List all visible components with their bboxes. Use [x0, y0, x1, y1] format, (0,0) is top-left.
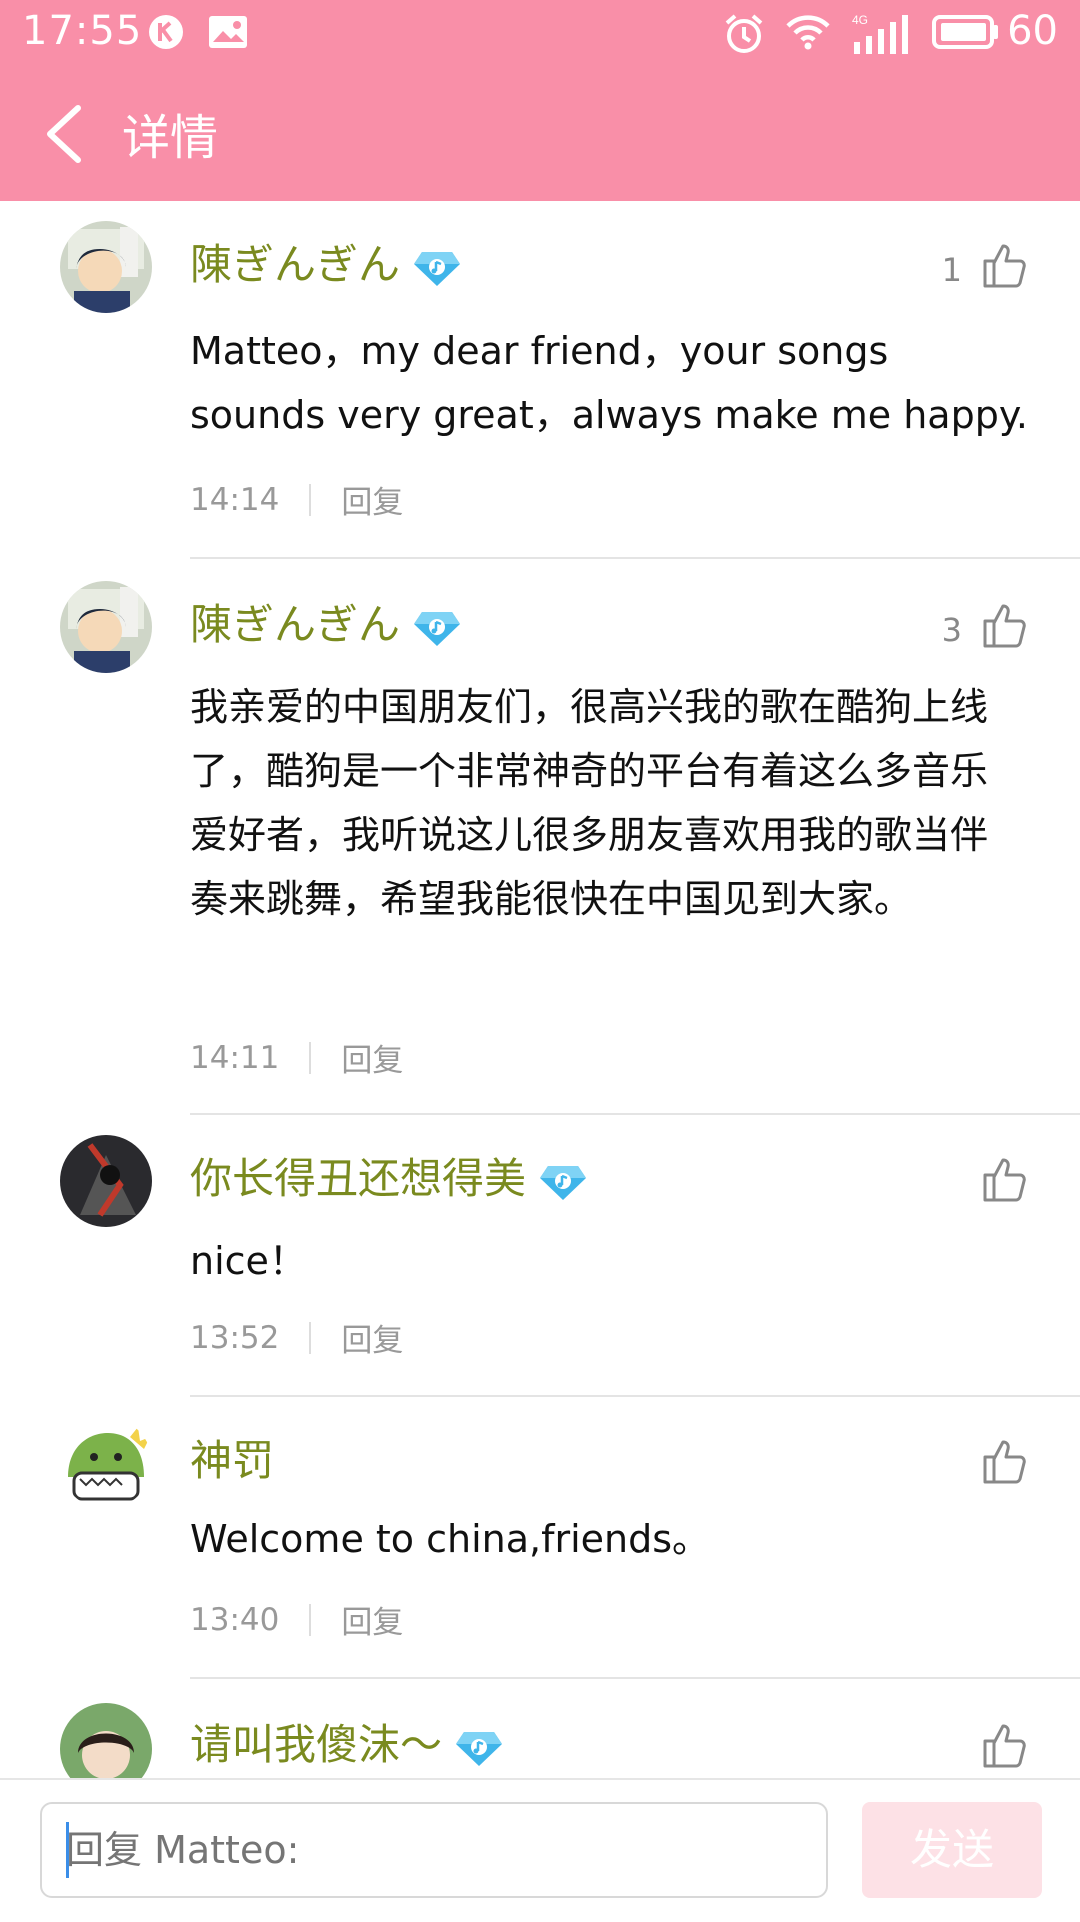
page-title: 详情 [122, 110, 219, 166]
vip-diamond-icon [414, 251, 461, 286]
comment-meta: 13:40 回复 [190, 1597, 403, 1642]
alarm-icon [725, 14, 763, 53]
like-count: 3 [941, 611, 962, 649]
comment-text: Matteo，my dear friend，your songs sounds … [190, 329, 1028, 437]
comment-time: 13:40 [190, 1601, 280, 1638]
app-bar: 详情 [0, 66, 1080, 201]
reply-button[interactable]: 回复 [341, 1315, 403, 1360]
comment-time: 14:11 [190, 1039, 280, 1076]
comment-time: 14:14 [190, 481, 280, 518]
comment-text: 我亲爱的中国朋友们，很高兴我的歌在酷狗上线了，酷狗是一个非常神奇的平台有着这么多… [190, 685, 989, 921]
status-bar: 17:55 4G 60 [0, 0, 1080, 66]
username-text: 神罚 [190, 1436, 275, 1485]
comment-meta: 14:11 回复 [190, 1035, 403, 1080]
divider [190, 557, 1080, 559]
like-button[interactable] [962, 1437, 1028, 1485]
status-time: 17:55 [22, 8, 143, 54]
text-cursor [66, 1822, 69, 1878]
thumbs-up-icon [983, 244, 1026, 288]
username-text: 陳ぎんぎん [190, 240, 401, 289]
comment-text: Welcome to china,friends。 [190, 1517, 711, 1561]
username[interactable]: 你长得丑还想得美 [190, 1145, 588, 1206]
like-button[interactable]: 3 [942, 601, 1028, 649]
separator [309, 483, 312, 516]
thumbs-up-icon [983, 604, 1026, 648]
like-button[interactable] [982, 1721, 1028, 1769]
4g-signal-icon: 4G [852, 13, 908, 54]
battery-level: 60 [1007, 8, 1058, 54]
reply-input[interactable] [40, 1802, 828, 1898]
like-count: 1 [941, 251, 962, 289]
comment-time: 13:52 [190, 1319, 280, 1356]
vip-diamond-icon [456, 1731, 503, 1766]
like-button[interactable] [962, 1155, 1028, 1203]
send-button[interactable]: 发送 [862, 1802, 1042, 1898]
reply-button[interactable]: 回复 [341, 477, 403, 522]
separator [309, 1321, 312, 1354]
wifi-icon [786, 15, 830, 50]
thumbs-up-icon [983, 1724, 1026, 1768]
k-app-icon [149, 15, 183, 49]
divider [190, 1113, 1080, 1115]
username-text: 陳ぎんぎん [190, 600, 401, 649]
vip-diamond-icon [414, 611, 461, 646]
vip-diamond-icon [540, 1165, 587, 1200]
avatar[interactable] [60, 1135, 152, 1227]
username[interactable]: 陳ぎんぎん [190, 231, 462, 292]
separator [309, 1603, 312, 1636]
separator [309, 1041, 312, 1074]
username-text: 你长得丑还想得美 [190, 1154, 527, 1203]
comment-text: nice！ [190, 1239, 307, 1283]
avatar[interactable] [60, 221, 152, 313]
reply-button[interactable]: 回复 [341, 1035, 403, 1080]
username[interactable]: 陳ぎんぎん [190, 591, 462, 652]
back-arrow-icon[interactable] [40, 102, 96, 166]
avatar[interactable] [60, 1417, 152, 1509]
username[interactable]: 请叫我傻沫〜 [190, 1711, 504, 1772]
divider [190, 1677, 1080, 1679]
comment-meta: 14:14 回复 [190, 477, 403, 522]
svg-text:4G: 4G [852, 13, 868, 27]
divider [190, 1395, 1080, 1397]
comment-list[interactable]: 陳ぎんぎん 1 Matteo，my dear friend，your songs… [0, 201, 1080, 1778]
image-icon [209, 16, 247, 48]
like-button[interactable]: 1 [942, 241, 1028, 289]
battery-icon [932, 15, 998, 49]
reply-button[interactable]: 回复 [341, 1597, 403, 1642]
thumbs-up-icon [983, 1440, 1026, 1484]
avatar[interactable] [60, 1703, 152, 1778]
username[interactable]: 神罚 [190, 1427, 274, 1488]
avatar[interactable] [60, 581, 152, 673]
comment-meta: 13:52 回复 [190, 1315, 403, 1360]
thumbs-up-icon [983, 1158, 1026, 1202]
username-text: 请叫我傻沫〜 [190, 1720, 443, 1769]
reply-bar: 发送 [0, 1778, 1080, 1922]
